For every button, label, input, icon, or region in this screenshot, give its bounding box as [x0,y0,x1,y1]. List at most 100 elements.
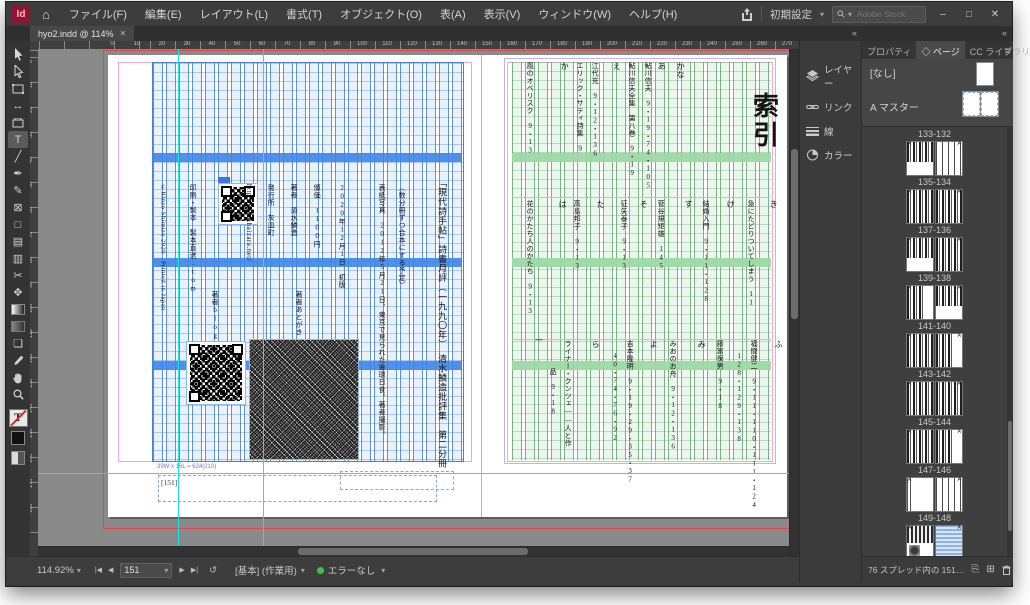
menu-書式(T)[interactable]: 書式(T) [277,2,331,26]
pages-panel-spread-143-142[interactable]: AA143-142 [862,332,1007,380]
page-thumbnail[interactable]: A [906,333,934,368]
rectangle-tool[interactable]: □ [8,216,28,233]
page-thumbnail[interactable]: A [906,141,934,176]
pages-panel-spread-133-132[interactable]: 133-132 [862,128,1007,140]
previous-page-button[interactable]: ◀ [108,566,113,574]
gap-tool[interactable]: ↔ [8,97,28,114]
master-none-label[interactable]: [なし] [870,65,896,80]
menu-ヘルプ(H)[interactable]: ヘルプ(H) [620,2,686,26]
tab-close-icon[interactable]: ✕ [120,29,127,38]
last-page-button[interactable]: ▶| [191,566,198,574]
vertical-guide[interactable] [178,49,179,546]
free-transform-tool[interactable]: ✥ [8,284,28,301]
spread-label[interactable]: 145-144 [914,417,955,427]
spread-label[interactable]: 147-146 [914,465,955,475]
page-thumbnail[interactable]: A [935,189,963,224]
master-a-thumbnail[interactable] [962,91,981,117]
preflight-status-label[interactable]: エラーなし [328,563,376,577]
pages-panel-spread-135-134[interactable]: AA135-134 [862,140,1007,188]
search-input[interactable] [855,8,919,20]
first-page-button[interactable]: |◀ [95,566,102,574]
menu-オブジェクト(O)[interactable]: オブジェクト(O) [331,2,431,26]
zoom-tool[interactable] [8,386,28,403]
selection-tool[interactable] [8,46,28,63]
scrollbar-thumb[interactable] [791,149,798,319]
menu-レイアウト(L)[interactable]: レイアウト(L) [191,2,277,26]
panel-tab-ページ[interactable]: ◇ ページ [916,41,964,59]
page-thumbnail[interactable]: A [935,285,963,320]
screen-mode-button[interactable] [11,451,25,465]
dock-panel-リンク[interactable]: リンク [800,95,862,119]
panel-menu-icon[interactable]: ≡ [1005,46,1010,56]
horizontal-guide[interactable] [38,473,789,474]
collapse-dock-icon[interactable]: « [852,28,856,38]
pages-panel-spread-141-140[interactable]: AA141-140 [862,284,1007,332]
preflight-profile-select[interactable]: [基本] (作業用) [235,563,297,577]
direct-selection-tool[interactable] [8,63,28,80]
page-thumbnail[interactable]: A [935,525,963,556]
pages-panel-spread-149-148[interactable]: AA149-148 [862,476,1007,524]
spread-label[interactable]: 139-138 [914,273,955,283]
eclipse-photo-image[interactable] [249,339,359,460]
rectangle-frame-tool[interactable]: ⊠ [8,199,28,216]
spread-label[interactable]: 133-132 [914,129,955,139]
menu-編集(E)[interactable]: 編集(E) [136,2,191,26]
page-thumbnail[interactable]: A [935,477,963,512]
gradient-feather-tool[interactable] [8,318,28,335]
horizontal-grid-tool[interactable]: ▤ [8,233,28,250]
scissors-tool[interactable]: ✂ [8,267,28,284]
pen-tool[interactable]: ✒ [8,165,28,182]
zoom-level-select[interactable]: 114.92% [37,565,74,576]
type-tool[interactable]: T [8,131,28,148]
pages-panel-spread-151-150[interactable]: AA151-150 [862,524,1007,556]
page-thumbnail[interactable]: A [935,141,963,176]
spread-label[interactable]: 137-136 [914,225,955,235]
close-button[interactable]: ✕ [986,9,1004,20]
gradient-swatch-tool[interactable] [8,301,28,318]
menu-ウィンドウ(W)[interactable]: ウィンドウ(W) [529,2,620,26]
page-tool[interactable] [8,80,28,97]
vertical-grid-tool[interactable]: ▥ [8,250,28,267]
pages-panel-spread-137-136[interactable]: AA137-136 [862,188,1007,236]
qr-code-large[interactable] [186,341,246,405]
page-thumbnail[interactable]: A [906,285,934,320]
menu-表示(V)[interactable]: 表示(V) [475,2,530,26]
scrollbar-thumb[interactable] [298,548,528,555]
share-icon[interactable] [741,8,753,21]
pencil-tool[interactable]: ✎ [8,182,28,199]
scrollbar-thumb[interactable] [1008,421,1012,531]
menu-ファイル(F)[interactable]: ファイル(F) [60,2,136,26]
panel-tab-プロパティ[interactable]: プロパティ [862,41,916,59]
spread-label[interactable]: 141-140 [914,321,955,331]
maximize-button[interactable]: □ [960,9,978,20]
document-viewport[interactable]: 39W x 16L = 624(210) [151] 「現代詩手帖」詩書月評（一… [38,49,789,546]
dock-panel-線[interactable]: 線 [800,119,862,143]
spread-label[interactable]: 149-148 [914,513,955,523]
dock-panel-レイヤー[interactable]: レイヤー [800,57,862,95]
hand-tool[interactable] [8,369,28,386]
pages-panel-spread-145-144[interactable]: AA145-144 [862,380,1007,428]
delete-page-icon[interactable] [1002,565,1011,575]
stroke-swatch[interactable] [11,431,25,445]
next-page-button[interactable]: ▶ [179,566,184,574]
eyedropper-tool[interactable] [8,352,28,369]
home-icon[interactable]: ⌂ [42,7,50,22]
minimize-button[interactable]: – [934,9,952,20]
master-a-thumbnail[interactable] [980,91,999,117]
collapse-dock-icon[interactable]: « [1002,28,1006,38]
indesign-logo-icon[interactable]: Id [12,5,30,23]
workspace-switcher[interactable]: 初期設定 [770,7,812,22]
pages-panel-spread-139-138[interactable]: AA139-138 [862,236,1007,284]
new-spread-icon[interactable]: ⊞ [986,564,994,575]
vertical-guide[interactable] [263,49,264,546]
page-thumbnail[interactable]: A [935,429,963,464]
edit-page-size-icon[interactable]: ⎘ [971,564,979,575]
content-collector-tool[interactable] [8,114,28,131]
reload-icon[interactable]: ↺ [209,565,217,576]
page-thumbnail[interactable]: A [935,237,963,272]
master-none-thumbnail[interactable] [976,62,994,86]
page-thumbnail[interactable]: A [906,237,934,272]
fill-proxy-text-none[interactable]: T [9,409,28,427]
page-thumbnail[interactable]: A [935,381,963,416]
page-thumbnail[interactable]: A [906,381,934,416]
